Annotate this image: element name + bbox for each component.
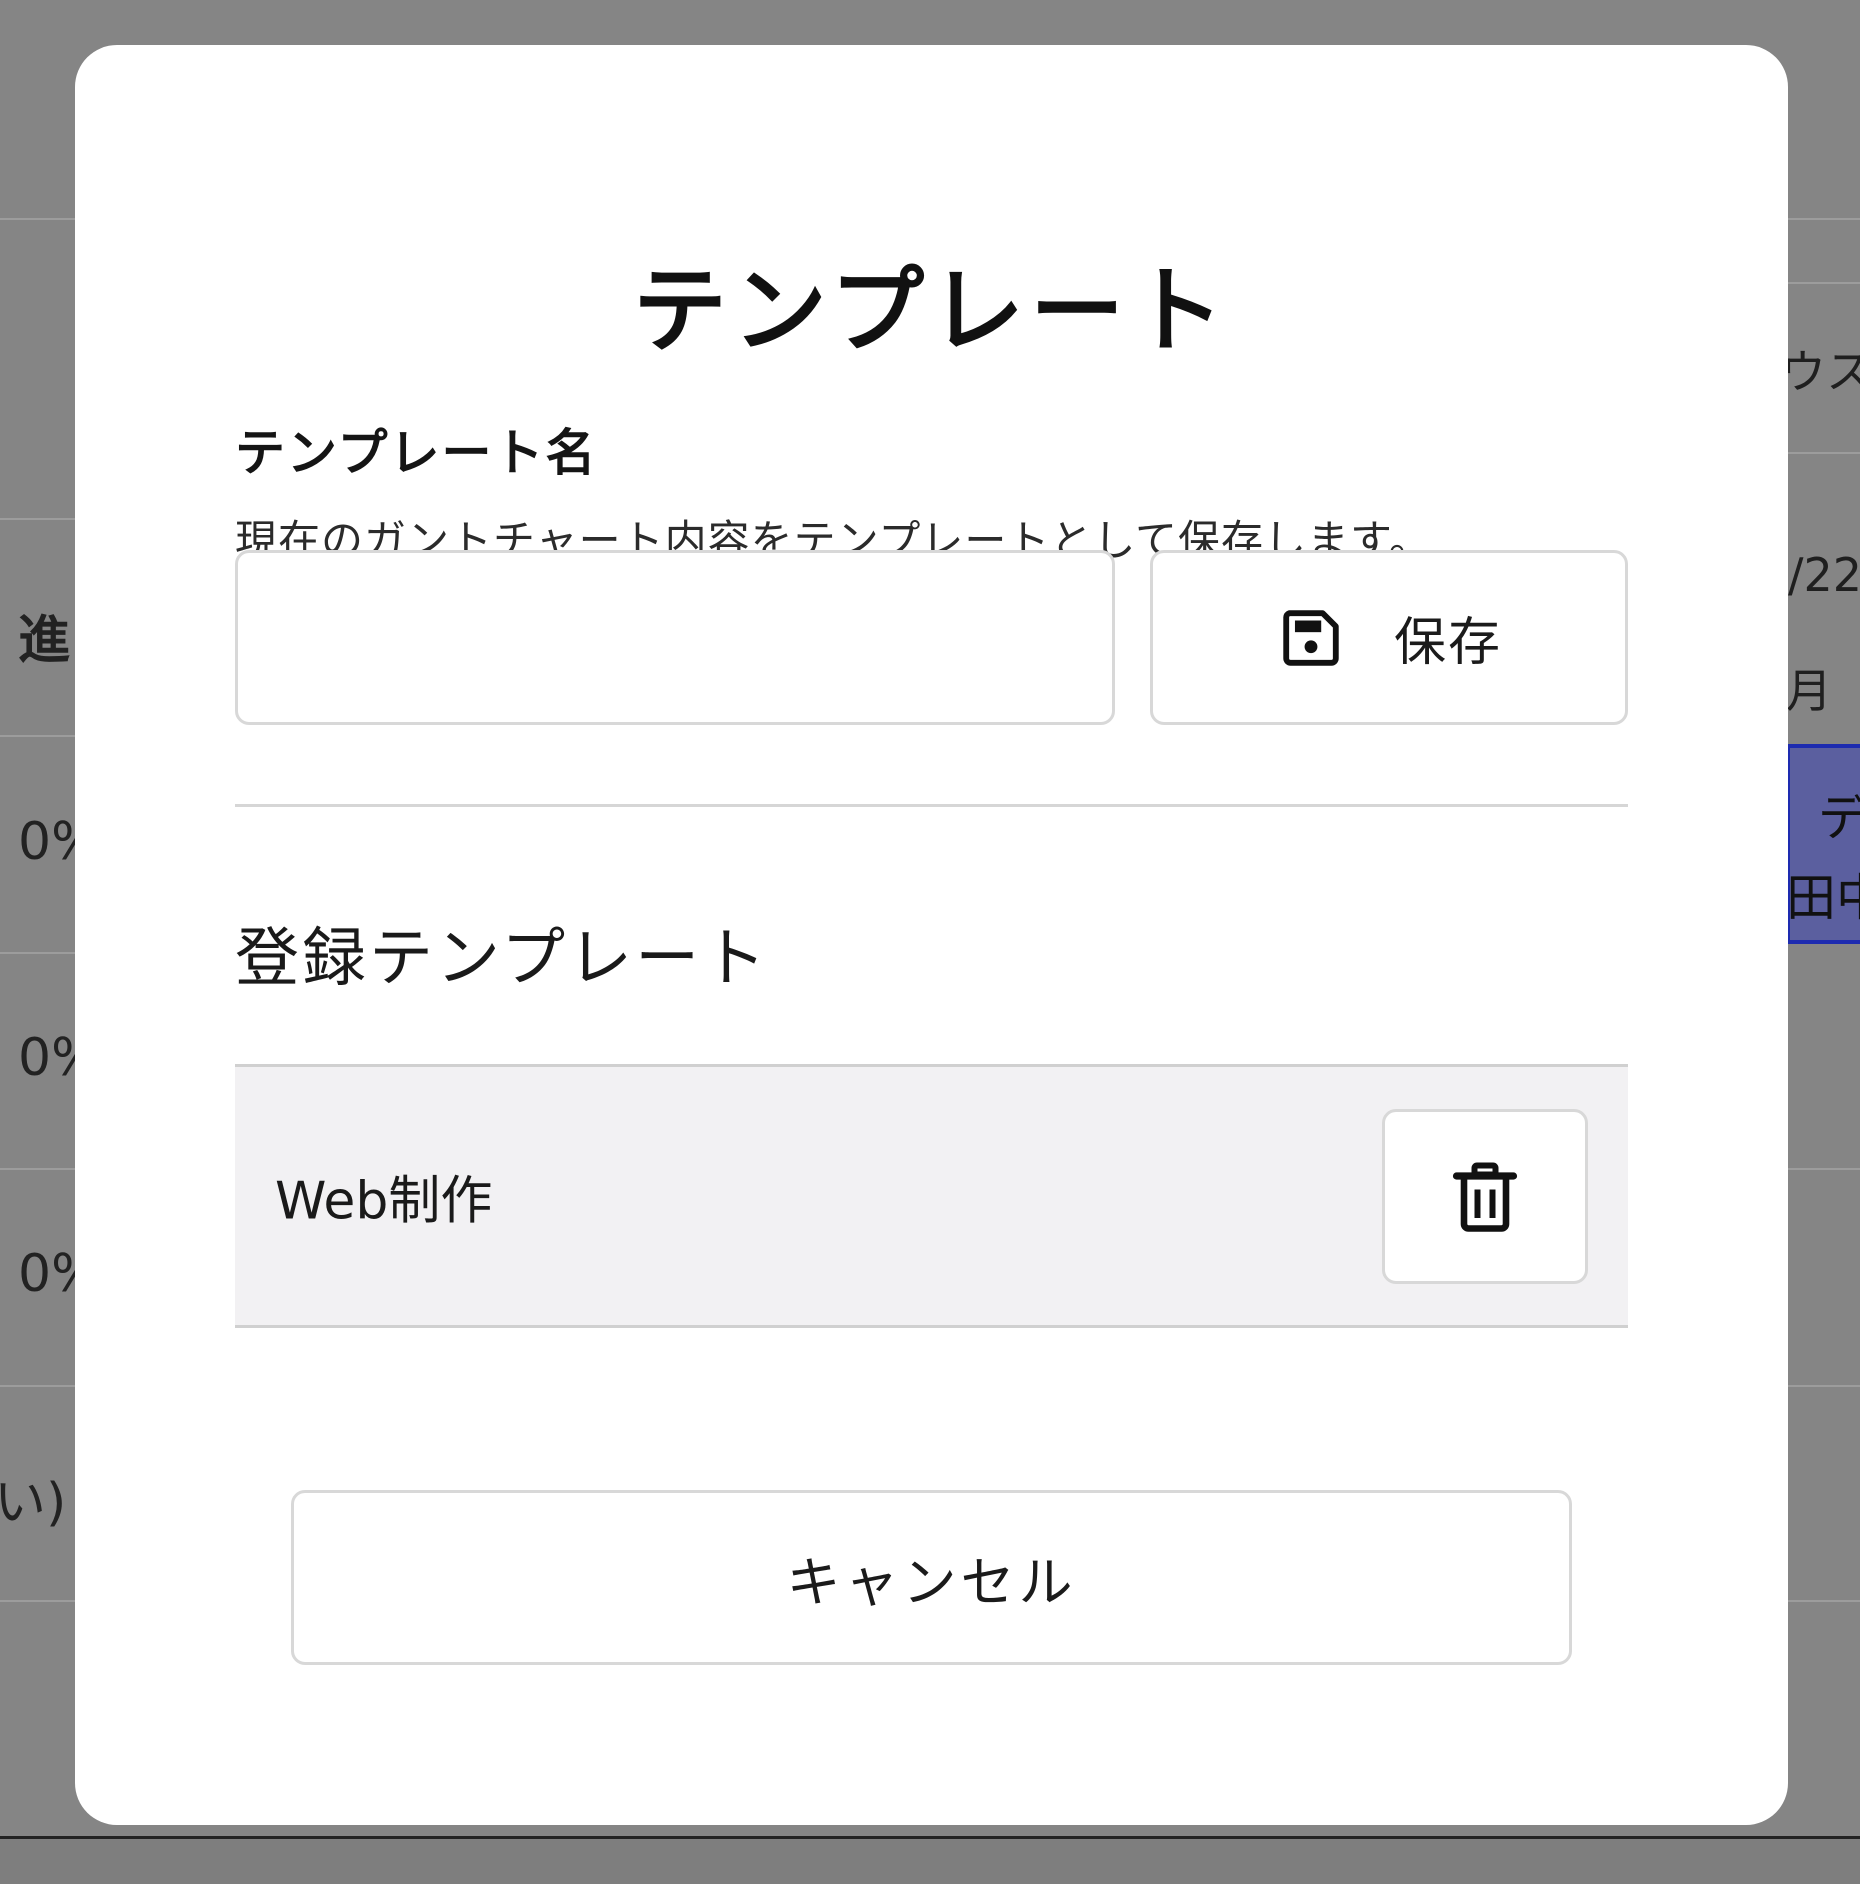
bg-row-divider bbox=[0, 518, 75, 520]
template-name-label: テンプレート名 bbox=[235, 424, 598, 482]
template-name: Web制作 bbox=[275, 1171, 493, 1232]
bg-row-divider bbox=[0, 1168, 75, 1170]
save-button-label: 保存 bbox=[1393, 613, 1502, 673]
bg-task-assignee: 田中 bbox=[1786, 869, 1860, 927]
bg-row-divider bbox=[0, 1600, 75, 1602]
bg-row-divider bbox=[1788, 218, 1860, 220]
bg-row-divider bbox=[1788, 452, 1860, 454]
template-row[interactable]: Web制作 bbox=[235, 1064, 1628, 1328]
delete-template-button[interactable] bbox=[1382, 1109, 1588, 1284]
section-divider bbox=[235, 804, 1628, 807]
template-modal: テンプレート テンプレート名 現在のガントチャート内容をテンプレートとして保存し… bbox=[75, 45, 1788, 1825]
bg-day-label: 月 bbox=[1786, 664, 1832, 718]
registered-templates-title: 登録テンプレート bbox=[235, 922, 770, 996]
bg-date-label: /22 bbox=[1788, 548, 1860, 602]
bg-row-divider bbox=[1788, 1168, 1860, 1170]
bg-row-divider bbox=[1788, 282, 1860, 284]
cancel-button-label: キャンセル bbox=[786, 1551, 1077, 1614]
bg-row-divider bbox=[0, 218, 75, 220]
template-list: Web制作 bbox=[235, 1064, 1628, 1328]
template-name-input[interactable] bbox=[235, 550, 1115, 725]
bg-progress-header: 進 bbox=[18, 611, 71, 671]
bg-bottom-bar bbox=[0, 1836, 1860, 1884]
save-icon bbox=[1283, 609, 1339, 666]
save-button[interactable]: 保存 bbox=[1150, 550, 1628, 725]
bg-header-text: ウス bbox=[1780, 345, 1860, 399]
bg-row-divider bbox=[0, 1385, 75, 1387]
bg-task-text: デ bbox=[1818, 789, 1860, 847]
bg-task-bar: デ 田中 bbox=[1786, 744, 1860, 944]
bg-row-divider bbox=[1788, 1385, 1860, 1387]
modal-title: テンプレート bbox=[632, 257, 1231, 366]
cancel-button[interactable]: キャンセル bbox=[291, 1490, 1572, 1665]
bg-row-divider bbox=[1788, 1600, 1860, 1602]
bg-row-divider bbox=[0, 952, 75, 954]
trash-icon bbox=[1452, 1162, 1518, 1232]
bg-row-divider bbox=[0, 735, 75, 737]
bg-text-cell: い) bbox=[0, 1473, 67, 1533]
